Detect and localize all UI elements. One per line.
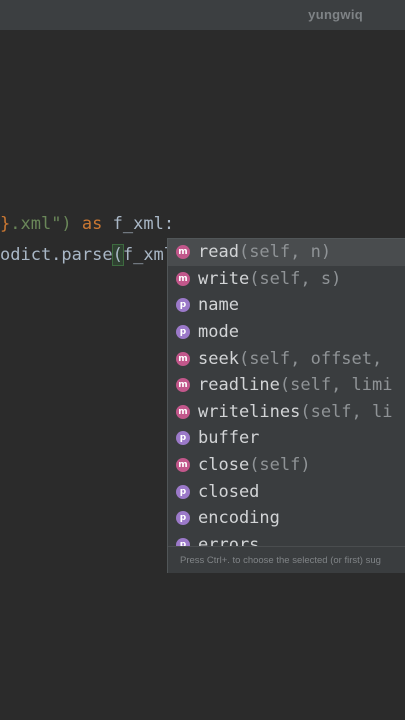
code-token-text: f_xml: (102, 214, 175, 234)
property-icon: p (176, 484, 190, 499)
completion-item[interactable]: m write (self, s) (168, 266, 405, 293)
completion-item-name: name (198, 295, 239, 316)
completion-item-name: closed (198, 481, 260, 502)
completion-item-name: buffer (198, 428, 260, 449)
completion-item[interactable]: m readline (self, limi (168, 372, 405, 399)
property-icon: p (176, 431, 190, 446)
code-line-1[interactable]: }.xml") as f_xml: (0, 211, 174, 237)
completion-item[interactable]: m close (self) (168, 452, 405, 479)
completion-item-signature: (self, li (300, 401, 393, 422)
completion-item-name: encoding (198, 508, 280, 529)
method-icon: m (176, 245, 190, 260)
completion-item-name: write (198, 268, 250, 289)
property-icon: p (176, 325, 190, 340)
completion-item[interactable]: p name (168, 292, 405, 319)
completion-item-signature: (self, s) (249, 268, 342, 289)
method-icon: m (176, 351, 190, 366)
completion-item-signature: (self) (249, 455, 311, 476)
completion-item[interactable]: p errors (168, 532, 405, 546)
completion-item-name: errors (198, 534, 260, 546)
completion-item-signature: (self, offset, (238, 348, 383, 369)
completion-item-name: read (198, 242, 239, 263)
property-icon: p (176, 537, 190, 546)
code-line-2[interactable]: odict.parse(f_xml. (0, 242, 187, 268)
completion-item-name: close (198, 455, 250, 476)
code-token-brace: } (0, 214, 11, 234)
completion-item[interactable]: p buffer (168, 425, 405, 452)
method-icon: m (176, 378, 190, 393)
completion-item-signature: (self, n) (238, 242, 332, 263)
completion-item[interactable]: m writelines (self, li (168, 399, 405, 426)
title-bar: yungwiq (0, 0, 405, 30)
completion-item[interactable]: m seek (self, offset, (168, 345, 405, 372)
property-icon: p (176, 511, 190, 526)
code-token-call: odict.parse (0, 245, 113, 265)
completion-item-signature: (self, limi (279, 375, 393, 396)
method-icon: m (176, 404, 190, 419)
completion-item[interactable]: p closed (168, 478, 405, 505)
completion-list[interactable]: m read (self, n) m write (self, s) p name p mode m… (168, 239, 405, 546)
method-icon: m (176, 458, 190, 473)
completion-hint: Press Ctrl+. to choose the selected (or … (168, 546, 405, 573)
completion-item[interactable]: p mode (168, 319, 405, 346)
code-token-string: .xml") (10, 214, 72, 234)
watermark-text: yungwiq (308, 7, 363, 22)
completion-item-name: seek (198, 348, 239, 369)
completion-item[interactable]: m read (self, n) (168, 239, 405, 266)
code-token-keyword: as (81, 214, 103, 234)
completion-popup[interactable]: m read (self, n) m write (self, s) p name p mode m… (167, 238, 405, 573)
completion-item-name: readline (198, 375, 280, 396)
completion-item[interactable]: p encoding (168, 505, 405, 532)
completion-item-name: writelines (198, 401, 301, 422)
completion-item-name: mode (198, 322, 239, 343)
matched-paren: ( (111, 244, 124, 266)
method-icon: m (176, 271, 190, 286)
property-icon: p (176, 298, 190, 313)
